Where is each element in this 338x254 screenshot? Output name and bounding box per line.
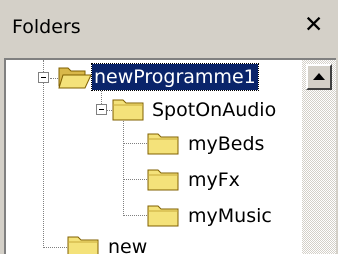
tree-item-mybeds[interactable]: myBeds	[186, 131, 266, 157]
close-icon[interactable]: ✕	[304, 12, 323, 38]
folder-icon	[147, 169, 179, 191]
folder-icon	[112, 99, 144, 121]
folder-icon	[147, 205, 179, 227]
folders-panel: Folders ✕ newProgramme1 SpotOnAudio myBe…	[0, 0, 338, 254]
panel-header: Folders ✕	[0, 0, 338, 58]
tree-item-newprogramme1[interactable]: newProgramme1	[91, 63, 259, 91]
tree-line	[50, 78, 58, 79]
collapse-toggle[interactable]	[38, 72, 49, 83]
arrow-up-icon	[313, 73, 325, 80]
tree-item-new[interactable]: new	[106, 234, 149, 254]
tree-item-mymusic[interactable]: myMusic	[186, 203, 274, 229]
folder-icon	[147, 133, 179, 155]
vertical-scrollbar[interactable]	[302, 58, 336, 254]
tree-item-spotonaudio[interactable]: SpotOnAudio	[150, 97, 278, 123]
tree-line	[123, 143, 147, 144]
tree-line	[123, 116, 124, 216]
tree-line	[123, 215, 147, 216]
folder-open-icon	[58, 67, 92, 89]
folder-tree[interactable]: newProgramme1 SpotOnAudio myBeds myFx my…	[4, 58, 302, 254]
tree-line	[123, 179, 147, 180]
scroll-up-button[interactable]	[306, 64, 332, 90]
panel-title: Folders	[12, 16, 81, 38]
tree-line	[43, 60, 44, 248]
tree-line	[43, 247, 67, 248]
collapse-toggle[interactable]	[96, 104, 107, 115]
folder-icon	[67, 236, 99, 254]
tree-item-myfx[interactable]: myFx	[186, 167, 242, 193]
